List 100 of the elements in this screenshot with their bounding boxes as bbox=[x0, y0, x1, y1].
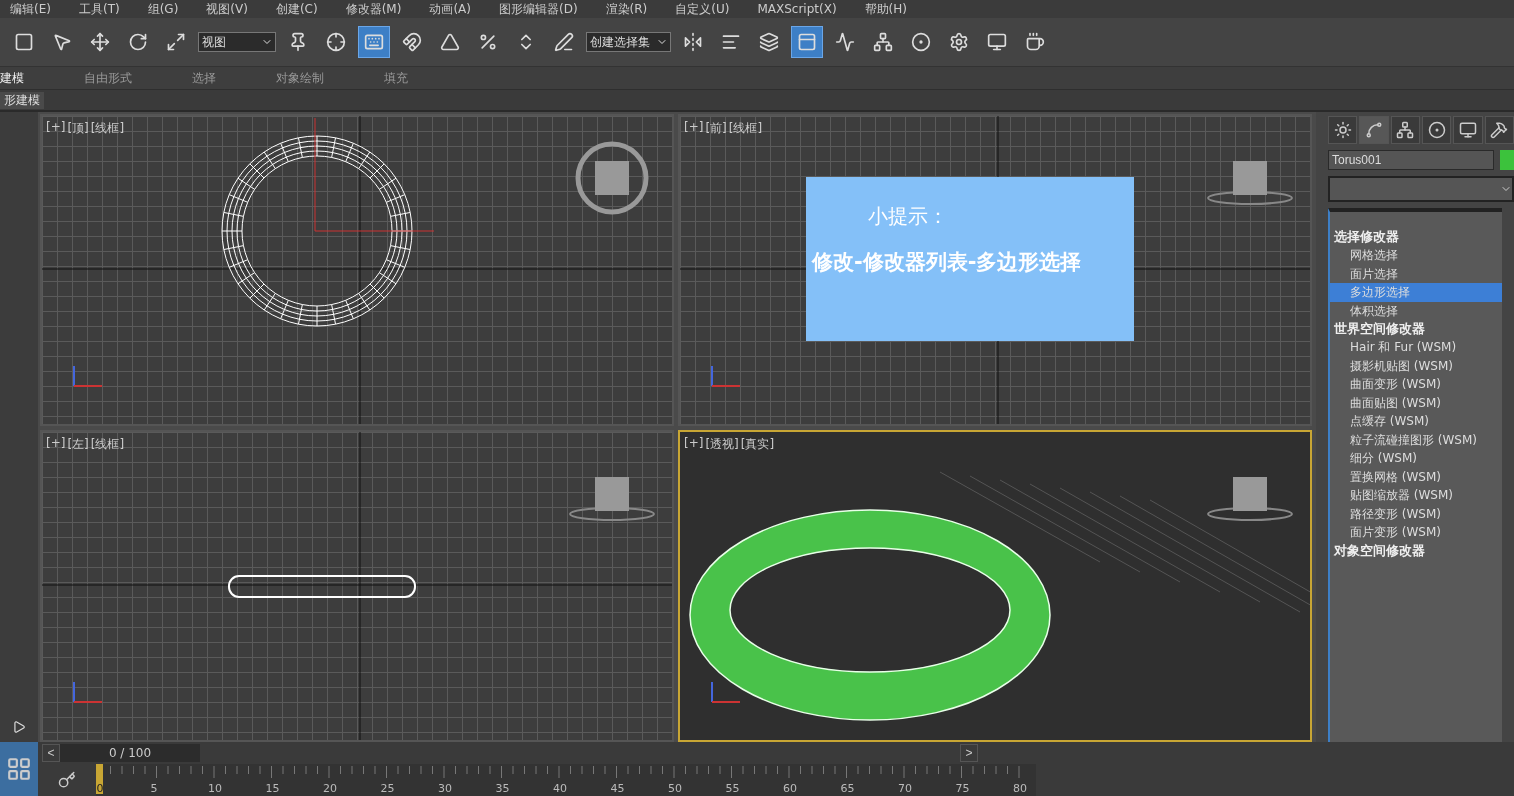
menu-item[interactable]: 渲染(R) bbox=[605, 0, 648, 18]
menu-item[interactable]: 视图(V) bbox=[206, 0, 248, 18]
next-frame-button[interactable]: > bbox=[960, 744, 978, 762]
toolbar-button[interactable] bbox=[791, 26, 823, 58]
menu-item[interactable]: 组(G) bbox=[147, 0, 179, 18]
modifier-item[interactable]: 体积选择 bbox=[1330, 301, 1502, 320]
view-cube-icon bbox=[1207, 477, 1293, 521]
viewport-shading-label[interactable]: [真实] bbox=[740, 436, 775, 453]
viewport[interactable]: [+] [顶] [线框] bbox=[40, 114, 674, 426]
sun-icon bbox=[1333, 121, 1352, 139]
viewport-shading-label[interactable]: [线框] bbox=[90, 436, 125, 453]
modifier-group-title: 对象空间修改器 bbox=[1333, 541, 1426, 560]
object-name-field[interactable]: Torus001 bbox=[1328, 150, 1494, 170]
key-filter-icon[interactable] bbox=[58, 771, 76, 789]
viewport-menu[interactable]: [+] bbox=[46, 120, 66, 137]
viewport-shading-label[interactable]: [线框] bbox=[728, 120, 763, 137]
ribbon-tab[interactable]: 建模 bbox=[0, 67, 54, 89]
modifier-item[interactable]: 网格选择 bbox=[1330, 246, 1502, 265]
modifier-item[interactable]: 面片选择 bbox=[1330, 264, 1502, 283]
move-icon bbox=[90, 32, 110, 52]
modifier-item[interactable]: 点缓存 (WSM) bbox=[1330, 412, 1502, 431]
modifier-item[interactable]: 置换网格 (WSM) bbox=[1330, 467, 1502, 486]
ribbon-panel-label[interactable]: 形建模 bbox=[0, 91, 44, 109]
layers-icon bbox=[759, 32, 779, 52]
pen-icon bbox=[554, 32, 574, 52]
viewport[interactable]: [+] [前] [线框] 小提示： 修改-修改器列表-多边形选择 bbox=[678, 114, 1312, 426]
menu-item[interactable]: 修改器(M) bbox=[345, 0, 402, 18]
hint-title: 小提示： bbox=[867, 203, 949, 230]
menu-item[interactable]: 帮助(H) bbox=[864, 0, 907, 18]
monitor-icon bbox=[987, 32, 1007, 52]
viewport-view-label[interactable]: [左] bbox=[67, 436, 89, 453]
menu-item[interactable]: 工具(T) bbox=[78, 0, 120, 18]
modifier-item[interactable]: 粒子流碰撞图形 (WSM) bbox=[1330, 430, 1502, 449]
pin-icon bbox=[288, 32, 308, 52]
modifier-group-title: 选择修改器 bbox=[1333, 228, 1400, 246]
hierarchy-icon bbox=[1396, 121, 1415, 139]
modifier-item[interactable]: 摄影机贴图 (WSM) bbox=[1330, 356, 1502, 375]
time-slider-thumb[interactable]: 0 / 100 bbox=[60, 744, 200, 762]
panel-tab[interactable] bbox=[1484, 116, 1514, 144]
viewport-shading-label[interactable]: [线框] bbox=[90, 120, 125, 137]
hammer-icon bbox=[1490, 121, 1509, 139]
panel-tab[interactable] bbox=[1390, 116, 1420, 144]
play-icon[interactable] bbox=[12, 720, 26, 734]
axis-gizmo-icon bbox=[711, 365, 741, 387]
modifier-item[interactable]: 贴图缩放器 (WSM) bbox=[1330, 486, 1502, 505]
viewport-view-label[interactable]: [透视] bbox=[705, 436, 739, 453]
modifier-item[interactable]: 路径变形 (WSM) bbox=[1330, 504, 1502, 523]
grid-layout-icon bbox=[6, 756, 32, 782]
modifier-group-title: 世界空间修改器 bbox=[1333, 320, 1426, 338]
menu-item[interactable]: 编辑(E) bbox=[10, 0, 51, 18]
viewport-menu[interactable]: [+] bbox=[46, 436, 66, 453]
panel-tab[interactable] bbox=[1328, 116, 1358, 144]
modifier-item[interactable]: Hair 和 Fur (WSM) bbox=[1330, 338, 1502, 357]
keyboard-icon bbox=[364, 32, 384, 52]
viewport[interactable]: [+] [左] [线框] bbox=[40, 430, 674, 742]
viewport-menu[interactable]: [+] bbox=[684, 436, 704, 453]
menu-item[interactable]: MAXScript(X) bbox=[757, 2, 837, 16]
ribbon-tab[interactable]: 选择 bbox=[162, 67, 246, 89]
axis-gizmo-icon bbox=[73, 365, 103, 387]
viewport-view-label[interactable]: [顶] bbox=[67, 120, 89, 137]
panel-tab[interactable] bbox=[1422, 116, 1452, 144]
view-cube-icon bbox=[569, 477, 655, 521]
viewport-layout-button[interactable] bbox=[0, 742, 38, 796]
rect-select-icon bbox=[14, 32, 34, 52]
view-cube-icon bbox=[575, 141, 649, 215]
modifier-item[interactable]: 面片变形 (WSM) bbox=[1330, 523, 1502, 542]
prev-frame-button[interactable]: < bbox=[42, 744, 60, 762]
panel-tab[interactable] bbox=[1359, 116, 1389, 144]
menu-item[interactable]: 自定义(U) bbox=[675, 0, 730, 18]
ribbon-tab[interactable]: 对象绘制 bbox=[246, 67, 354, 89]
menu-item[interactable]: 动画(A) bbox=[429, 0, 471, 18]
ribbon-tab[interactable]: 自由形式 bbox=[54, 67, 162, 89]
scale-icon bbox=[166, 32, 186, 52]
hint-text: 修改-修改器列表-多边形选择 bbox=[812, 249, 1083, 276]
toolbar-button[interactable] bbox=[358, 26, 390, 58]
crosshair-icon bbox=[326, 32, 346, 52]
pivot-axis-icon bbox=[314, 117, 435, 232]
viewport-view-label[interactable]: [前] bbox=[705, 120, 727, 137]
modifier-item[interactable]: 曲面贴图 (WSM) bbox=[1330, 393, 1502, 412]
viewport[interactable]: [+] [透视] [真实] bbox=[678, 430, 1312, 742]
panel-tab[interactable] bbox=[1453, 116, 1483, 144]
modifier-item[interactable]: 曲面变形 (WSM) bbox=[1330, 375, 1502, 394]
menu-item[interactable]: 创建(C) bbox=[275, 0, 318, 18]
percent-icon bbox=[478, 32, 498, 52]
viewport-menu[interactable]: [+] bbox=[684, 120, 704, 137]
curve-icon bbox=[835, 32, 855, 52]
monitor-icon bbox=[1458, 121, 1477, 139]
object-color-swatch[interactable] bbox=[1500, 150, 1514, 170]
dropdown[interactable]: 创建选择集 bbox=[586, 32, 671, 52]
mirror-icon bbox=[683, 32, 703, 52]
menu-item[interactable]: 图形编辑器(D) bbox=[498, 0, 578, 18]
magnet-icon bbox=[402, 32, 422, 52]
view-cube-icon bbox=[1207, 161, 1293, 205]
disc-icon bbox=[1427, 121, 1446, 139]
ribbon-tab[interactable]: 填充 bbox=[354, 67, 438, 89]
dropdown[interactable]: 视图 bbox=[198, 32, 276, 52]
modifier-item[interactable]: 细分 (WSM) bbox=[1330, 449, 1502, 468]
timeline-ruler[interactable]: 0 5 10 15 20 25 30 35 40 45 50 55 60 65 70 75 80 bbox=[96, 764, 1036, 796]
axis-gizmo-icon bbox=[711, 681, 741, 703]
align-icon bbox=[721, 32, 741, 52]
